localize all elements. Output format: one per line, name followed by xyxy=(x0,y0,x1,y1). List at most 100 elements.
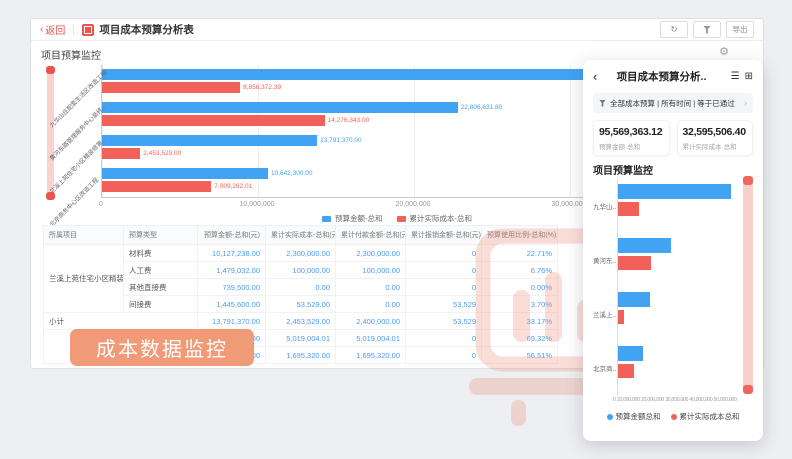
legend-label: 预算金额-总和 xyxy=(335,213,383,224)
budget-bar[interactable] xyxy=(618,346,643,361)
refresh-icon: ↻ xyxy=(670,24,677,35)
divider xyxy=(73,24,74,35)
page-title: 项目成本预算分析表 xyxy=(99,22,194,37)
bar-value-label: 10,642,300.00 xyxy=(271,170,313,177)
legend-item[interactable]: 预算金额总和 xyxy=(607,411,661,422)
value-cell: 53,529 xyxy=(406,313,482,330)
budget-bar[interactable] xyxy=(618,184,731,199)
value-cell: 0.00% xyxy=(482,279,558,296)
panel-filter-bar[interactable]: 全部成本预算 | 所有时间 | 等于已通过 › xyxy=(593,93,753,113)
value-cell: 53,529 xyxy=(406,296,482,313)
table-row: 小计13,791,370.002,453,529.002,400,000.005… xyxy=(44,313,558,330)
funnel-icon xyxy=(703,26,711,34)
category-label: 黄河东.. xyxy=(593,233,617,287)
value-cell: 53,529.00 xyxy=(266,296,336,313)
legend-item[interactable]: 预算金额-总和 xyxy=(322,213,383,224)
panel-section-title: 项目预算监控 xyxy=(593,162,753,177)
panel-bar-chart: 九华山..黄河东..兰溪上..北京商.. 0 10,000,000 20,000… xyxy=(593,179,753,431)
actual-cost-bar[interactable] xyxy=(102,181,211,192)
value-cell: 2,400,000.00 xyxy=(336,313,406,330)
value-cell: 6.76% xyxy=(482,262,558,279)
budget-bar[interactable] xyxy=(102,102,458,113)
value-cell: 739,500.00 xyxy=(198,279,266,296)
bar-value-label: 13,791,370.00 xyxy=(320,137,362,144)
column-header: 累计付款金额-总和(元) xyxy=(336,226,406,245)
budget-type-cell: 其他直接费 xyxy=(124,279,198,296)
value-cell: 0.00 xyxy=(336,279,406,296)
budget-bar[interactable] xyxy=(102,135,317,146)
actual-cost-total-value: 32,595,506.40 xyxy=(683,126,748,138)
bar-value-label: 8,856,372.39 xyxy=(243,84,281,91)
actual-cost-bar[interactable] xyxy=(618,202,639,216)
actual-cost-bar[interactable] xyxy=(618,364,634,378)
chevron-left-icon: ‹ xyxy=(40,24,43,35)
column-header: 预算金额-总和(元) xyxy=(198,226,266,245)
datazoom-slider-vertical[interactable] xyxy=(47,69,54,197)
filter-conditions-text: 全部成本预算 | 所有时间 | 等于已通过 xyxy=(610,98,740,109)
budget-type-cell: 间接费 xyxy=(124,296,198,313)
chart-section-title: 项目预算监控 xyxy=(41,47,101,62)
budget-bar[interactable] xyxy=(102,168,268,179)
legend-swatch xyxy=(397,216,406,222)
list-view-icon[interactable]: ☰ xyxy=(731,71,740,82)
value-cell: 100,000.00 xyxy=(336,262,406,279)
legend-item[interactable]: 累计实际成本-总和 xyxy=(397,213,473,224)
value-cell: 3.70% xyxy=(482,296,558,313)
bar-value-label: 14,276,343.00 xyxy=(328,117,370,124)
column-header: 所属项目 xyxy=(44,226,124,245)
value-cell: 2,300,000.00 xyxy=(266,245,336,262)
project-cell: 兰溪上苑住宅小区精装修第... xyxy=(44,245,124,313)
value-cell: 100,000.00 xyxy=(266,262,336,279)
value-cell: 0 xyxy=(406,347,482,364)
panel-title: 项目成本预算分析.. xyxy=(597,69,725,84)
subtotal-cell: 小计 xyxy=(44,313,198,330)
actual-cost-bar[interactable] xyxy=(618,256,651,270)
bar-value-label: 2,453,529.00 xyxy=(143,150,181,157)
actual-cost-bar[interactable] xyxy=(102,115,325,126)
value-cell: 0.00 xyxy=(266,279,336,296)
export-button[interactable]: 导出 xyxy=(726,21,754,38)
budget-total-value: 95,569,363.12 xyxy=(599,126,664,138)
actual-cost-bar[interactable] xyxy=(102,82,240,93)
actual-cost-total-card[interactable]: 32,595,506.40 累计实际成本·总和 xyxy=(677,120,754,156)
window-topbar: ‹ 返回 项目成本预算分析表 ↻ 导出 xyxy=(31,19,763,41)
legend-label: 累计实际成本-总和 xyxy=(410,213,473,224)
actual-cost-bar[interactable] xyxy=(102,148,140,159)
legend-item[interactable]: 累计实际成本总和 xyxy=(671,411,740,422)
refresh-button[interactable]: ↻ xyxy=(660,21,688,38)
value-cell: 0 xyxy=(406,262,482,279)
budget-bar[interactable] xyxy=(618,238,671,253)
table-view-icon[interactable]: ⊞ xyxy=(745,71,753,82)
panel-stat-cards: 95,569,363.12 预算金额·总和 32,595,506.40 累计实际… xyxy=(593,120,753,156)
value-cell: 2,300,000.00 xyxy=(336,245,406,262)
category-label: 九华山.. xyxy=(593,179,617,233)
bar-value-label: 22,806,631.80 xyxy=(461,104,503,111)
topbar-actions: ↻ 导出 xyxy=(660,21,754,38)
value-cell: 22.71% xyxy=(482,245,558,262)
panel-datazoom-slider[interactable] xyxy=(743,179,753,391)
actual-cost-bar[interactable] xyxy=(618,310,624,324)
value-cell: 0 xyxy=(406,279,482,296)
column-header: 预算类型 xyxy=(124,226,198,245)
x-tick-label: 20,000,000 xyxy=(383,201,443,208)
filter-button[interactable] xyxy=(693,21,721,38)
legend-label: 累计实际成本总和 xyxy=(680,411,740,422)
budget-total-label: 预算金额·总和 xyxy=(599,141,664,151)
chevron-right-icon: › xyxy=(744,98,747,108)
value-cell: 1,445,600.00 xyxy=(198,296,266,313)
gear-icon[interactable]: ⚙ xyxy=(719,45,729,58)
budget-bar[interactable] xyxy=(618,292,650,307)
column-header: 累计实际成本-总和(元) xyxy=(266,226,336,245)
category-label: 兰溪上.. xyxy=(593,287,617,341)
budget-type-cell: 人工费 xyxy=(124,262,198,279)
value-cell: 10,127,238.00 xyxy=(198,245,266,262)
value-cell: 0 xyxy=(406,245,482,262)
back-button[interactable]: ‹ 返回 xyxy=(40,22,65,37)
value-cell: 1,695,320.00 xyxy=(336,347,406,364)
funnel-icon xyxy=(599,100,606,107)
value-cell: 33.17% xyxy=(482,313,558,330)
cost-data-monitor-badge: 成本数据监控 xyxy=(70,329,254,366)
budget-total-card[interactable]: 95,569,363.12 预算金额·总和 xyxy=(593,120,670,156)
value-cell: 0 xyxy=(406,330,482,347)
panel-header: ‹ 项目成本预算分析.. ☰ ⊞ xyxy=(583,60,763,88)
